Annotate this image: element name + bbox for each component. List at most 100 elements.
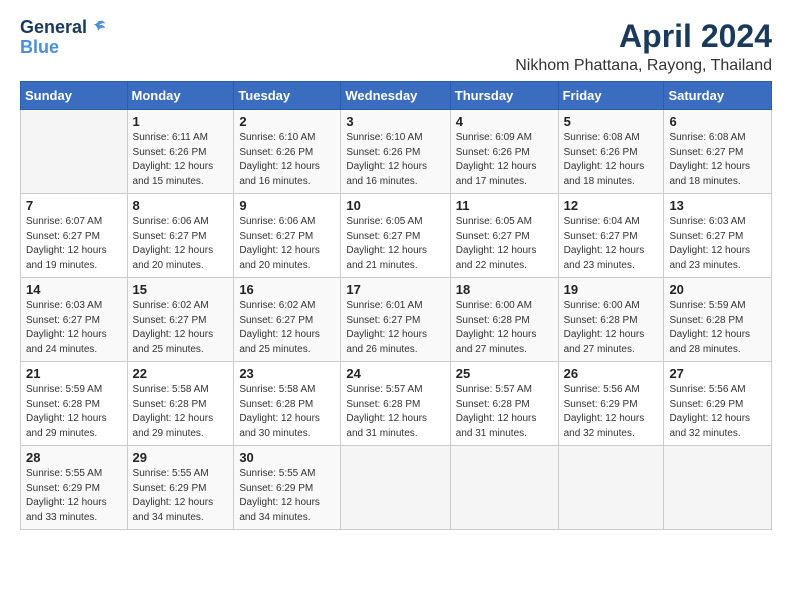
calendar-cell: 13Sunrise: 6:03 AM Sunset: 6:27 PM Dayli… [664, 194, 772, 278]
day-number: 11 [456, 198, 553, 213]
day-number: 18 [456, 282, 553, 297]
day-number: 9 [239, 198, 335, 213]
calendar-cell: 20Sunrise: 5:59 AM Sunset: 6:28 PM Dayli… [664, 278, 772, 362]
day-number: 4 [456, 114, 553, 129]
weekday-header-thursday: Thursday [450, 82, 558, 110]
weekday-header-row: SundayMondayTuesdayWednesdayThursdayFrid… [21, 82, 772, 110]
day-info: Sunrise: 5:59 AM Sunset: 6:28 PM Dayligh… [669, 299, 766, 357]
day-info: Sunrise: 6:01 AM Sunset: 6:27 PM Dayligh… [346, 299, 444, 357]
day-info: Sunrise: 6:09 AM Sunset: 6:26 PM Dayligh… [456, 131, 553, 189]
day-info: Sunrise: 5:56 AM Sunset: 6:29 PM Dayligh… [564, 383, 659, 441]
calendar-table: SundayMondayTuesdayWednesdayThursdayFrid… [20, 81, 772, 530]
day-info: Sunrise: 6:11 AM Sunset: 6:26 PM Dayligh… [133, 131, 229, 189]
weekday-header-saturday: Saturday [664, 82, 772, 110]
calendar-cell: 4 Sunrise: 6:09 AM Sunset: 6:26 PM Daylig… [450, 110, 558, 194]
logo: General Blue [20, 18, 107, 58]
calendar-cell: 7Sunrise: 6:07 AM Sunset: 6:27 PM Daylig… [21, 194, 128, 278]
calendar-cell: 24 Sunrise: 5:57 AM Sunset: 6:28 PM Dayli… [341, 362, 450, 446]
calendar-cell: 9 Sunrise: 6:06 AM Sunset: 6:27 PM Daylig… [234, 194, 341, 278]
calendar-cell: 30Sunrise: 5:55 AM Sunset: 6:29 PM Dayli… [234, 446, 341, 530]
day-number: 8 [133, 198, 229, 213]
day-info: Sunrise: 5:58 AM Sunset: 6:28 PM Dayligh… [239, 383, 335, 441]
calendar-cell: 12Sunrise: 6:04 AM Sunset: 6:27 PM Dayli… [558, 194, 664, 278]
day-number: 2 [239, 114, 335, 129]
calendar-cell: 28 Sunrise: 5:55 AM Sunset: 6:29 PM Dayli… [21, 446, 128, 530]
calendar-cell: 25 Sunrise: 5:57 AM Sunset: 6:28 PM Dayli… [450, 362, 558, 446]
header: General Blue April 2024 Nikhom Phattana,… [20, 18, 772, 75]
calendar-cell: 18 Sunrise: 6:00 AM Sunset: 6:28 PM Dayli… [450, 278, 558, 362]
day-number: 5 [564, 114, 659, 129]
day-info: Sunrise: 6:08 AM Sunset: 6:26 PM Dayligh… [564, 131, 659, 189]
day-number: 23 [239, 366, 335, 381]
day-info: Sunrise: 6:05 AM Sunset: 6:27 PM Dayligh… [456, 215, 553, 273]
day-number: 26 [564, 366, 659, 381]
day-info: Sunrise: 6:03 AM Sunset: 6:27 PM Dayligh… [26, 299, 122, 357]
day-number: 28 [26, 450, 122, 465]
calendar-cell: 5 Sunrise: 6:08 AM Sunset: 6:26 PM Daylig… [558, 110, 664, 194]
day-number: 14 [26, 282, 122, 297]
calendar-cell: 2Sunrise: 6:10 AM Sunset: 6:26 PM Daylig… [234, 110, 341, 194]
day-info: Sunrise: 6:06 AM Sunset: 6:27 PM Dayligh… [133, 215, 229, 273]
day-number: 10 [346, 198, 444, 213]
weekday-header-wednesday: Wednesday [341, 82, 450, 110]
calendar-cell [664, 446, 772, 530]
main-title: April 2024 [515, 18, 772, 55]
day-number: 7 [26, 198, 122, 213]
calendar-week-5: 28 Sunrise: 5:55 AM Sunset: 6:29 PM Dayli… [21, 446, 772, 530]
calendar-cell: 3Sunrise: 6:10 AM Sunset: 6:26 PM Daylig… [341, 110, 450, 194]
calendar-cell: 6Sunrise: 6:08 AM Sunset: 6:27 PM Daylig… [664, 110, 772, 194]
calendar-cell: 22 Sunrise: 5:58 AM Sunset: 6:28 PM Dayli… [127, 362, 234, 446]
day-info: Sunrise: 6:06 AM Sunset: 6:27 PM Dayligh… [239, 215, 335, 273]
day-number: 6 [669, 114, 766, 129]
page-container: General Blue April 2024 Nikhom Phattana,… [0, 0, 792, 540]
calendar-cell: 15 Sunrise: 6:02 AM Sunset: 6:27 PM Dayli… [127, 278, 234, 362]
day-number: 27 [669, 366, 766, 381]
day-info: Sunrise: 5:55 AM Sunset: 6:29 PM Dayligh… [26, 467, 122, 525]
day-number: 13 [669, 198, 766, 213]
subtitle: Nikhom Phattana, Rayong, Thailand [515, 57, 772, 75]
weekday-header-tuesday: Tuesday [234, 82, 341, 110]
weekday-header-monday: Monday [127, 82, 234, 110]
calendar-cell: 11 Sunrise: 6:05 AM Sunset: 6:27 PM Dayli… [450, 194, 558, 278]
calendar-cell: 19Sunrise: 6:00 AM Sunset: 6:28 PM Dayli… [558, 278, 664, 362]
day-info: Sunrise: 6:04 AM Sunset: 6:27 PM Dayligh… [564, 215, 659, 273]
calendar-cell: 10 Sunrise: 6:05 AM Sunset: 6:27 PM Dayli… [341, 194, 450, 278]
day-info: Sunrise: 5:58 AM Sunset: 6:28 PM Dayligh… [133, 383, 229, 441]
day-number: 25 [456, 366, 553, 381]
day-number: 17 [346, 282, 444, 297]
day-info: Sunrise: 5:56 AM Sunset: 6:29 PM Dayligh… [669, 383, 766, 441]
day-number: 22 [133, 366, 229, 381]
calendar-cell [558, 446, 664, 530]
calendar-cell: 16Sunrise: 6:02 AM Sunset: 6:27 PM Dayli… [234, 278, 341, 362]
day-info: Sunrise: 5:57 AM Sunset: 6:28 PM Dayligh… [346, 383, 444, 441]
calendar-cell: 27 Sunrise: 5:56 AM Sunset: 6:29 PM Dayli… [664, 362, 772, 446]
day-number: 15 [133, 282, 229, 297]
day-info: Sunrise: 6:02 AM Sunset: 6:27 PM Dayligh… [239, 299, 335, 357]
weekday-header-sunday: Sunday [21, 82, 128, 110]
calendar-cell [341, 446, 450, 530]
calendar-week-3: 14 Sunrise: 6:03 AM Sunset: 6:27 PM Dayli… [21, 278, 772, 362]
calendar-cell [21, 110, 128, 194]
day-info: Sunrise: 5:55 AM Sunset: 6:29 PM Dayligh… [133, 467, 229, 525]
calendar-week-2: 7Sunrise: 6:07 AM Sunset: 6:27 PM Daylig… [21, 194, 772, 278]
day-number: 24 [346, 366, 444, 381]
logo-bird-icon [89, 19, 107, 37]
day-number: 1 [133, 114, 229, 129]
calendar-cell: 26 Sunrise: 5:56 AM Sunset: 6:29 PM Dayli… [558, 362, 664, 446]
day-number: 21 [26, 366, 122, 381]
day-info: Sunrise: 6:00 AM Sunset: 6:28 PM Dayligh… [456, 299, 553, 357]
calendar-cell: 1 Sunrise: 6:11 AM Sunset: 6:26 PM Daylig… [127, 110, 234, 194]
day-info: Sunrise: 6:10 AM Sunset: 6:26 PM Dayligh… [346, 131, 444, 189]
day-info: Sunrise: 6:05 AM Sunset: 6:27 PM Dayligh… [346, 215, 444, 273]
calendar-cell [450, 446, 558, 530]
title-block: April 2024 Nikhom Phattana, Rayong, Thai… [515, 18, 772, 75]
day-info: Sunrise: 6:02 AM Sunset: 6:27 PM Dayligh… [133, 299, 229, 357]
calendar-cell: 23 Sunrise: 5:58 AM Sunset: 6:28 PM Dayli… [234, 362, 341, 446]
day-info: Sunrise: 5:57 AM Sunset: 6:28 PM Dayligh… [456, 383, 553, 441]
calendar-cell: 14 Sunrise: 6:03 AM Sunset: 6:27 PM Dayli… [21, 278, 128, 362]
day-info: Sunrise: 6:00 AM Sunset: 6:28 PM Dayligh… [564, 299, 659, 357]
day-number: 29 [133, 450, 229, 465]
calendar-cell: 8 Sunrise: 6:06 AM Sunset: 6:27 PM Daylig… [127, 194, 234, 278]
day-info: Sunrise: 5:55 AM Sunset: 6:29 PM Dayligh… [239, 467, 335, 525]
calendar-week-4: 21Sunrise: 5:59 AM Sunset: 6:28 PM Dayli… [21, 362, 772, 446]
